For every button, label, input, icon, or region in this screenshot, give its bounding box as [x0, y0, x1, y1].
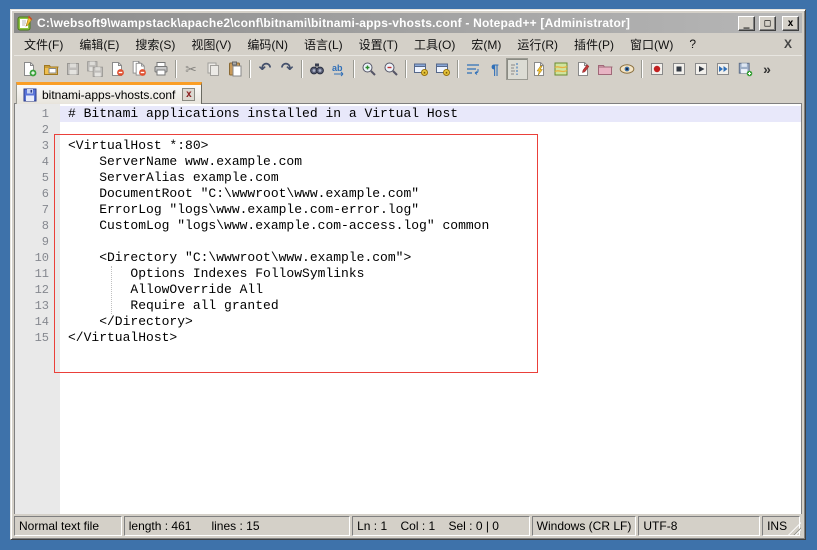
notepadpp-window: C:\websoft9\wampstack\apache2\conf\bitna…: [10, 9, 806, 540]
function-list-icon[interactable]: [528, 58, 550, 80]
toolbar-separator: [641, 60, 643, 78]
window-title: C:\websoft9\wampstack\apache2\conf\bitna…: [37, 16, 734, 30]
tab-label: bitnami-apps-vhosts.conf: [42, 88, 175, 102]
menu-item-language[interactable]: 语言(L): [296, 33, 351, 56]
sync-horizontal-scroll-icon[interactable]: [432, 58, 454, 80]
show-all-characters-icon[interactable]: ¶: [484, 58, 506, 80]
save-icon[interactable]: [62, 58, 84, 80]
code-line-1[interactable]: 1# Bitnami applications installed in a V…: [15, 106, 801, 122]
menu-item-run[interactable]: 运行(R): [509, 33, 566, 56]
undo-icon[interactable]: ↶: [254, 58, 276, 80]
document-switcher-icon[interactable]: [572, 58, 594, 80]
menu-item-view[interactable]: 视图(V): [183, 33, 239, 56]
menu-item-help[interactable]: ?: [681, 34, 704, 54]
line-number[interactable]: 1: [15, 106, 60, 122]
desktop: { "colors": { "desktop_background": "#3e…: [0, 0, 817, 550]
macro-run-multiple-icon[interactable]: [712, 58, 734, 80]
menu-bar: 文件(F)编辑(E)搜索(S)视图(V)编码(N)语言(L)设置(T)工具(O)…: [14, 33, 802, 55]
macro-save-icon[interactable]: [734, 58, 756, 80]
monitoring-icon[interactable]: [616, 58, 638, 80]
sync-vertical-scroll-icon[interactable]: [410, 58, 432, 80]
status-doc-type: Normal text file: [14, 516, 122, 536]
close-all-docs-icon[interactable]: [128, 58, 150, 80]
status-eol-format: Windows (CR LF): [532, 516, 637, 536]
menu-item-edit[interactable]: 编辑(E): [71, 33, 127, 56]
close-doc-icon[interactable]: [106, 58, 128, 80]
toolbar-separator: [301, 60, 303, 78]
notepadpp-app-icon: [17, 15, 33, 31]
menu-item-plugins[interactable]: 插件(P): [566, 33, 622, 56]
toolbar-separator: [353, 60, 355, 78]
toolbar-separator: [175, 60, 177, 78]
minimize-button[interactable]: _: [738, 16, 755, 31]
status-bar: Normal text file length : 461 lines : 15…: [14, 516, 802, 536]
macro-stop-icon[interactable]: [668, 58, 690, 80]
toolbar-separator: [405, 60, 407, 78]
paste-icon[interactable]: [224, 58, 246, 80]
status-length-lines: length : 461 lines : 15: [124, 516, 350, 536]
zoom-out-icon[interactable]: [380, 58, 402, 80]
status-caret-position: Ln : 1 Col : 1 Sel : 0 | 0: [352, 516, 530, 536]
cut-icon[interactable]: ✂: [180, 58, 202, 80]
word-wrap-icon[interactable]: [462, 58, 484, 80]
document-map-icon[interactable]: [550, 58, 572, 80]
menu-close-document-button[interactable]: X: [774, 37, 802, 51]
macro-record-icon[interactable]: [646, 58, 668, 80]
folder-as-workspace-icon[interactable]: [594, 58, 616, 80]
code-text: # Bitnami applications installed in a Vi…: [60, 106, 801, 122]
menu-item-file[interactable]: 文件(F): [16, 33, 71, 56]
annotation-rectangle: [54, 134, 538, 373]
saved-floppy-icon: [23, 88, 37, 102]
maximize-button[interactable]: □: [759, 16, 776, 31]
replace-icon[interactable]: ab: [328, 58, 350, 80]
menu-item-encoding[interactable]: 编码(N): [239, 33, 296, 56]
copy-icon[interactable]: [202, 58, 224, 80]
redo-icon[interactable]: ↷: [276, 58, 298, 80]
close-button[interactable]: x: [782, 16, 799, 31]
print-icon[interactable]: [150, 58, 172, 80]
title-bar[interactable]: C:\websoft9\wampstack\apache2\conf\bitna…: [14, 13, 802, 33]
save-all-icon[interactable]: [84, 58, 106, 80]
new-file-icon[interactable]: [18, 58, 40, 80]
tab-bar: bitnami-apps-vhosts.conf x: [14, 81, 802, 104]
find-icon[interactable]: [306, 58, 328, 80]
svg-text:ab: ab: [332, 63, 343, 73]
zoom-in-icon[interactable]: [358, 58, 380, 80]
status-encoding: UTF-8: [638, 516, 760, 536]
toolbar: ✂ ↶↷ ab ¶ »: [14, 55, 802, 81]
toolbar-overflow-icon[interactable]: »: [756, 58, 778, 80]
toolbar-separator: [249, 60, 251, 78]
toolbar-separator: [457, 60, 459, 78]
tab-bitnami-apps-vhosts[interactable]: bitnami-apps-vhosts.conf x: [16, 82, 202, 104]
tab-close-icon[interactable]: x: [182, 88, 195, 101]
menu-item-settings[interactable]: 设置(T): [351, 33, 406, 56]
menu-item-window[interactable]: 窗口(W): [622, 33, 681, 56]
menu-item-macro[interactable]: 宏(M): [463, 33, 509, 56]
menu-item-search[interactable]: 搜索(S): [127, 33, 183, 56]
macro-play-icon[interactable]: [690, 58, 712, 80]
show-indent-guide-icon[interactable]: [506, 58, 528, 80]
menu-item-tools[interactable]: 工具(O): [406, 33, 463, 56]
editor-pane[interactable]: 1# Bitnami applications installed in a V…: [14, 104, 802, 514]
open-file-icon[interactable]: [40, 58, 62, 80]
